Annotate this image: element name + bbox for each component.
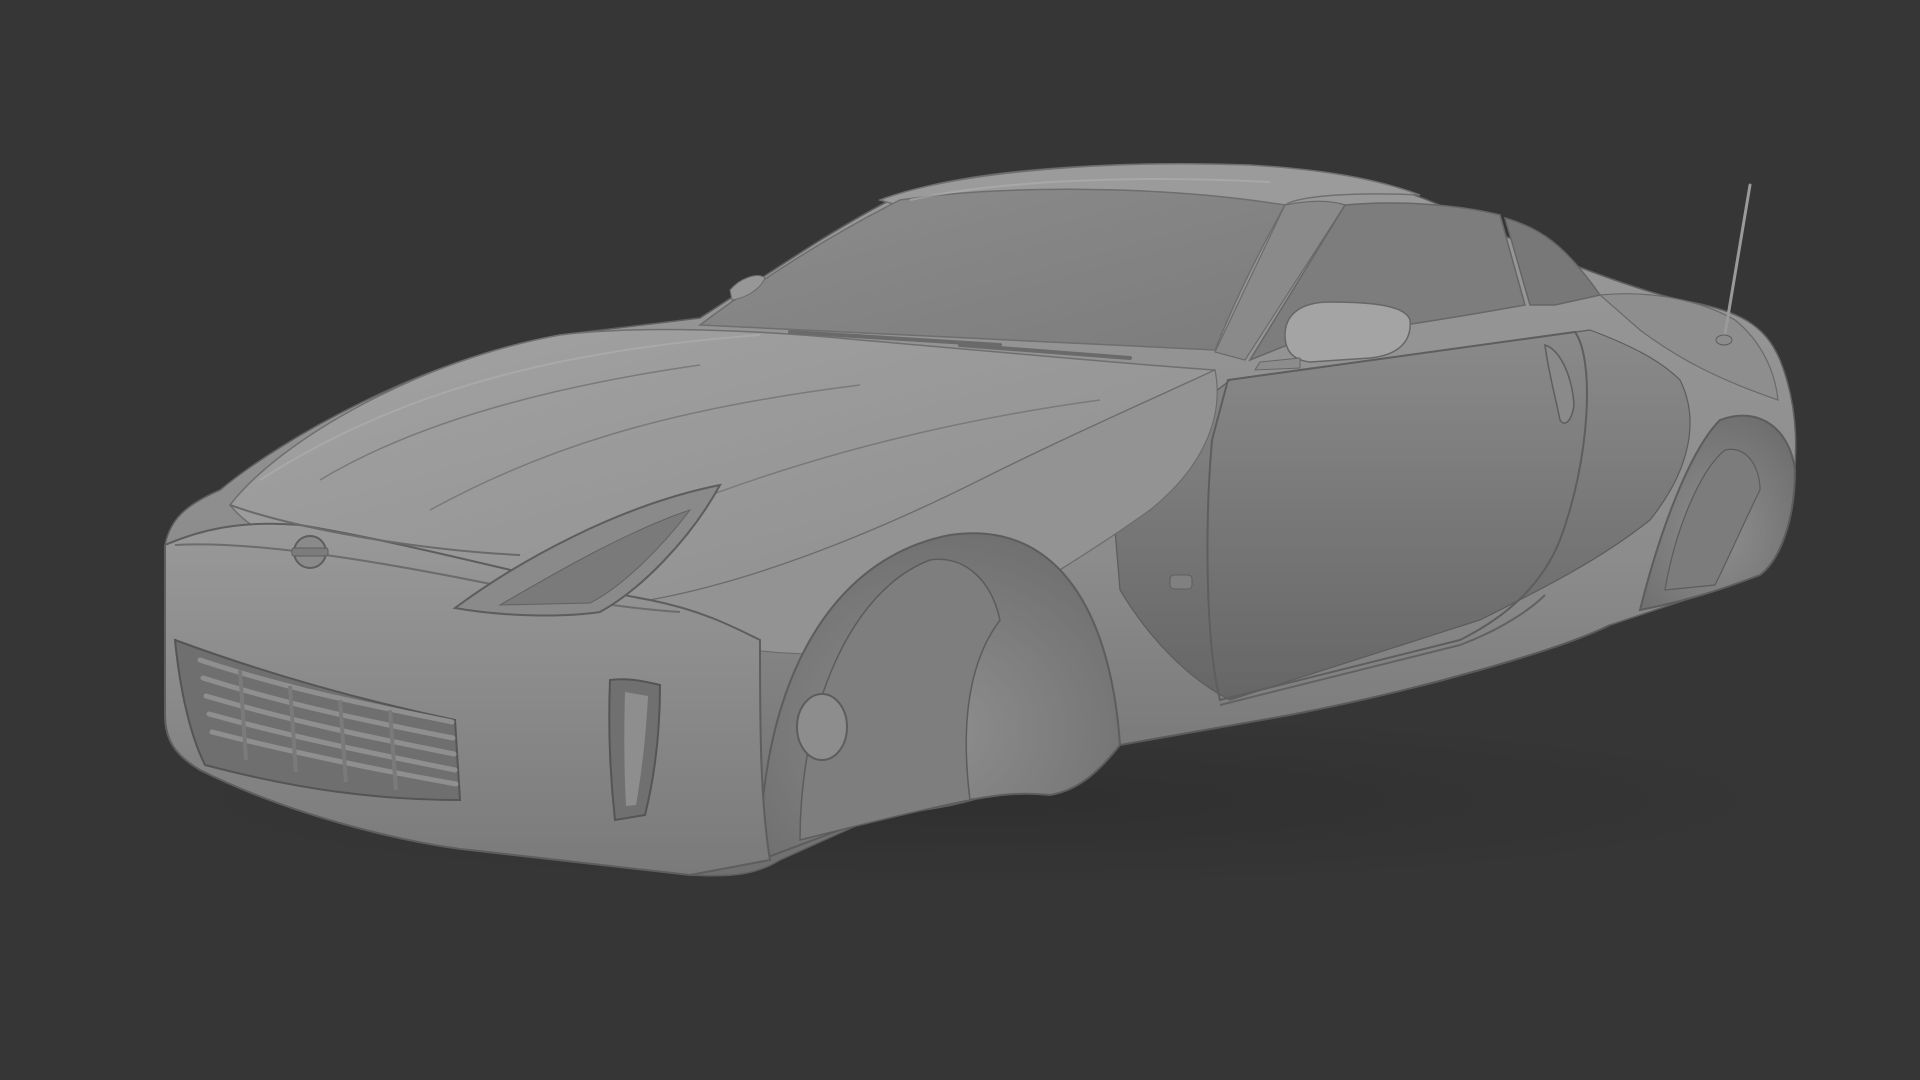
antenna-base: [1715, 334, 1733, 346]
side-mirror: [1284, 301, 1411, 363]
emblem-icon: [291, 535, 329, 569]
side-marker: [1169, 574, 1193, 590]
car-model-render: [140, 163, 1820, 890]
front-brake-disc: [796, 693, 848, 761]
windshield: [697, 188, 1287, 351]
3d-viewport[interactable]: [0, 0, 1920, 1080]
